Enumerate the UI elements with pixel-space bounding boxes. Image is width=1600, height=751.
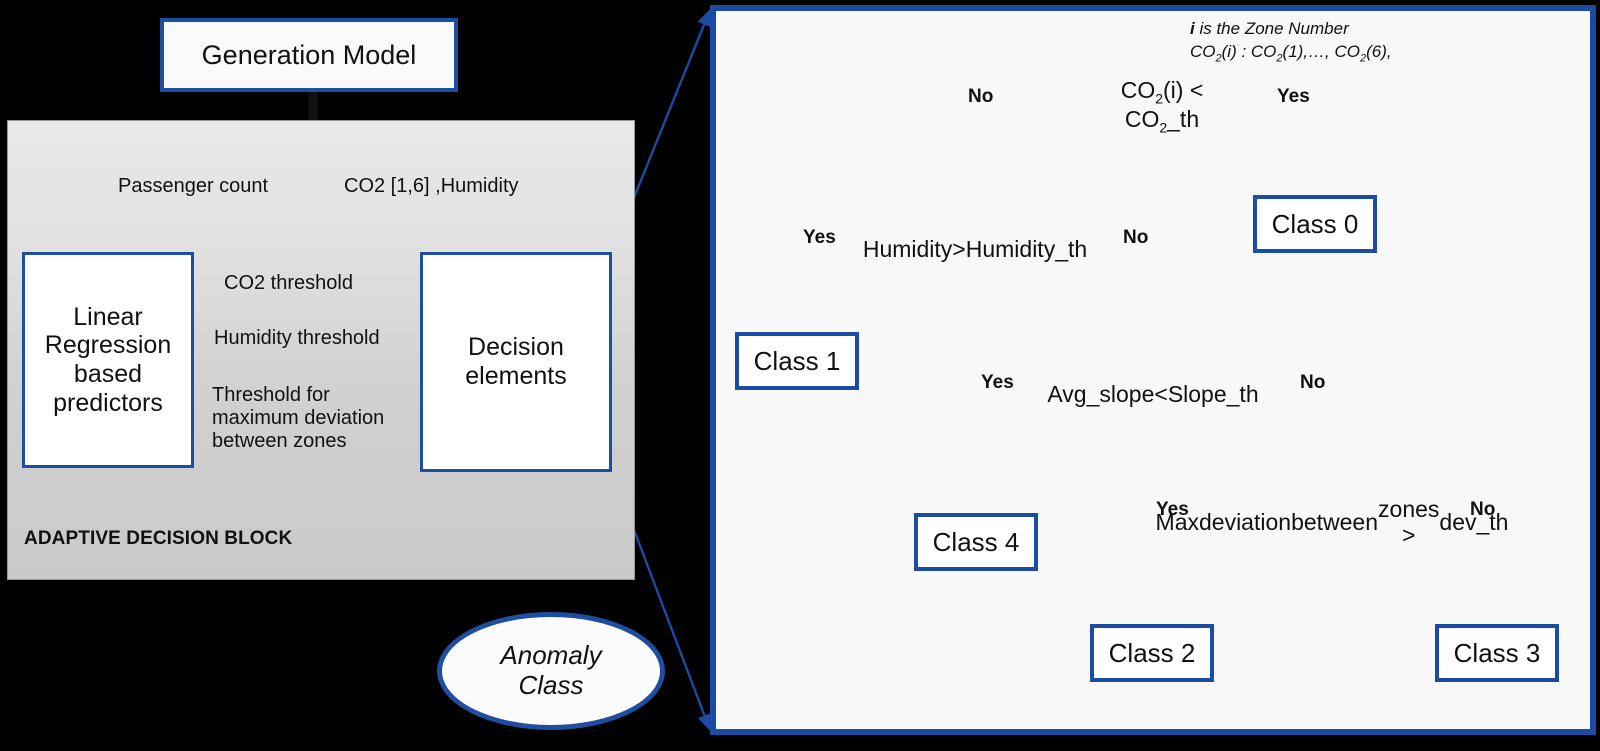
legend-co2-c: (1),…, CO bbox=[1282, 41, 1360, 61]
decision-elements-box[interactable]: Decision elements bbox=[420, 252, 612, 472]
class-0-label: Class 0 bbox=[1271, 208, 1359, 239]
branch-label-humidity-no: No bbox=[1123, 227, 1149, 248]
branch-label-maxdev-yes: Yes bbox=[1156, 499, 1189, 520]
edge-label-max-deviation: Threshold for maximum deviation between … bbox=[212, 384, 385, 452]
class-1-label: Class 1 bbox=[753, 345, 841, 376]
generation-model-box[interactable]: Generation Model bbox=[160, 18, 458, 92]
class-3-box[interactable]: Class 3 bbox=[1435, 624, 1559, 682]
class-4-box[interactable]: Class 4 bbox=[914, 513, 1038, 571]
edge-label-humidity-threshold: Humidity threshold bbox=[214, 327, 380, 349]
adaptive-decision-block-label: ADAPTIVE DECISION BLOCK bbox=[24, 528, 293, 549]
branch-label-co2-yes: Yes bbox=[1277, 86, 1310, 107]
class-2-label: Class 2 bbox=[1108, 637, 1196, 668]
edge-label-co2-threshold: CO2 threshold bbox=[224, 272, 353, 294]
legend-line-1: i is the Zone Number bbox=[1190, 18, 1392, 41]
linear-regression-box[interactable]: Linear Regression based predictors bbox=[22, 252, 194, 468]
class-4-label: Class 4 bbox=[932, 526, 1020, 557]
legend-co2-a: CO bbox=[1190, 41, 1216, 61]
decision-elements-label: Decision elements bbox=[465, 333, 567, 390]
legend-line-2: CO2(i) : CO2(1),…, CO2(6), bbox=[1190, 41, 1392, 66]
anomaly-class-label: Anomaly Class bbox=[500, 640, 602, 700]
branch-label-co2-no: No bbox=[968, 86, 994, 107]
branch-label-maxdev-no: No bbox=[1470, 499, 1496, 520]
legend-line-1-rest: is the Zone Number bbox=[1194, 19, 1349, 38]
legend-co2-b: (i) : CO bbox=[1221, 41, 1277, 61]
zone-number-legend: i is the Zone Number CO2(i) : CO2(1),…, … bbox=[1190, 18, 1392, 66]
linear-regression-label: Linear Regression based predictors bbox=[44, 302, 172, 417]
branch-label-slope-no: No bbox=[1300, 372, 1326, 393]
legend-co2-d: (6), bbox=[1366, 41, 1392, 61]
class-0-box[interactable]: Class 0 bbox=[1253, 195, 1377, 253]
class-1-box[interactable]: Class 1 bbox=[735, 332, 859, 390]
generation-model-label: Generation Model bbox=[201, 39, 417, 70]
edge-label-co2-humidity: CO2 [1,6] ,Humidity bbox=[344, 175, 519, 197]
diagram-canvas: Generation Model ADAPTIVE DECISION BLOCK… bbox=[0, 0, 1600, 751]
branch-label-humidity-yes: Yes bbox=[803, 227, 836, 248]
class-3-label: Class 3 bbox=[1453, 637, 1541, 668]
branch-label-slope-yes: Yes bbox=[981, 372, 1014, 393]
class-2-box[interactable]: Class 2 bbox=[1090, 624, 1214, 682]
anomaly-class-ellipse[interactable]: Anomaly Class bbox=[437, 612, 665, 730]
edge-label-passenger-count: Passenger count bbox=[118, 175, 269, 197]
